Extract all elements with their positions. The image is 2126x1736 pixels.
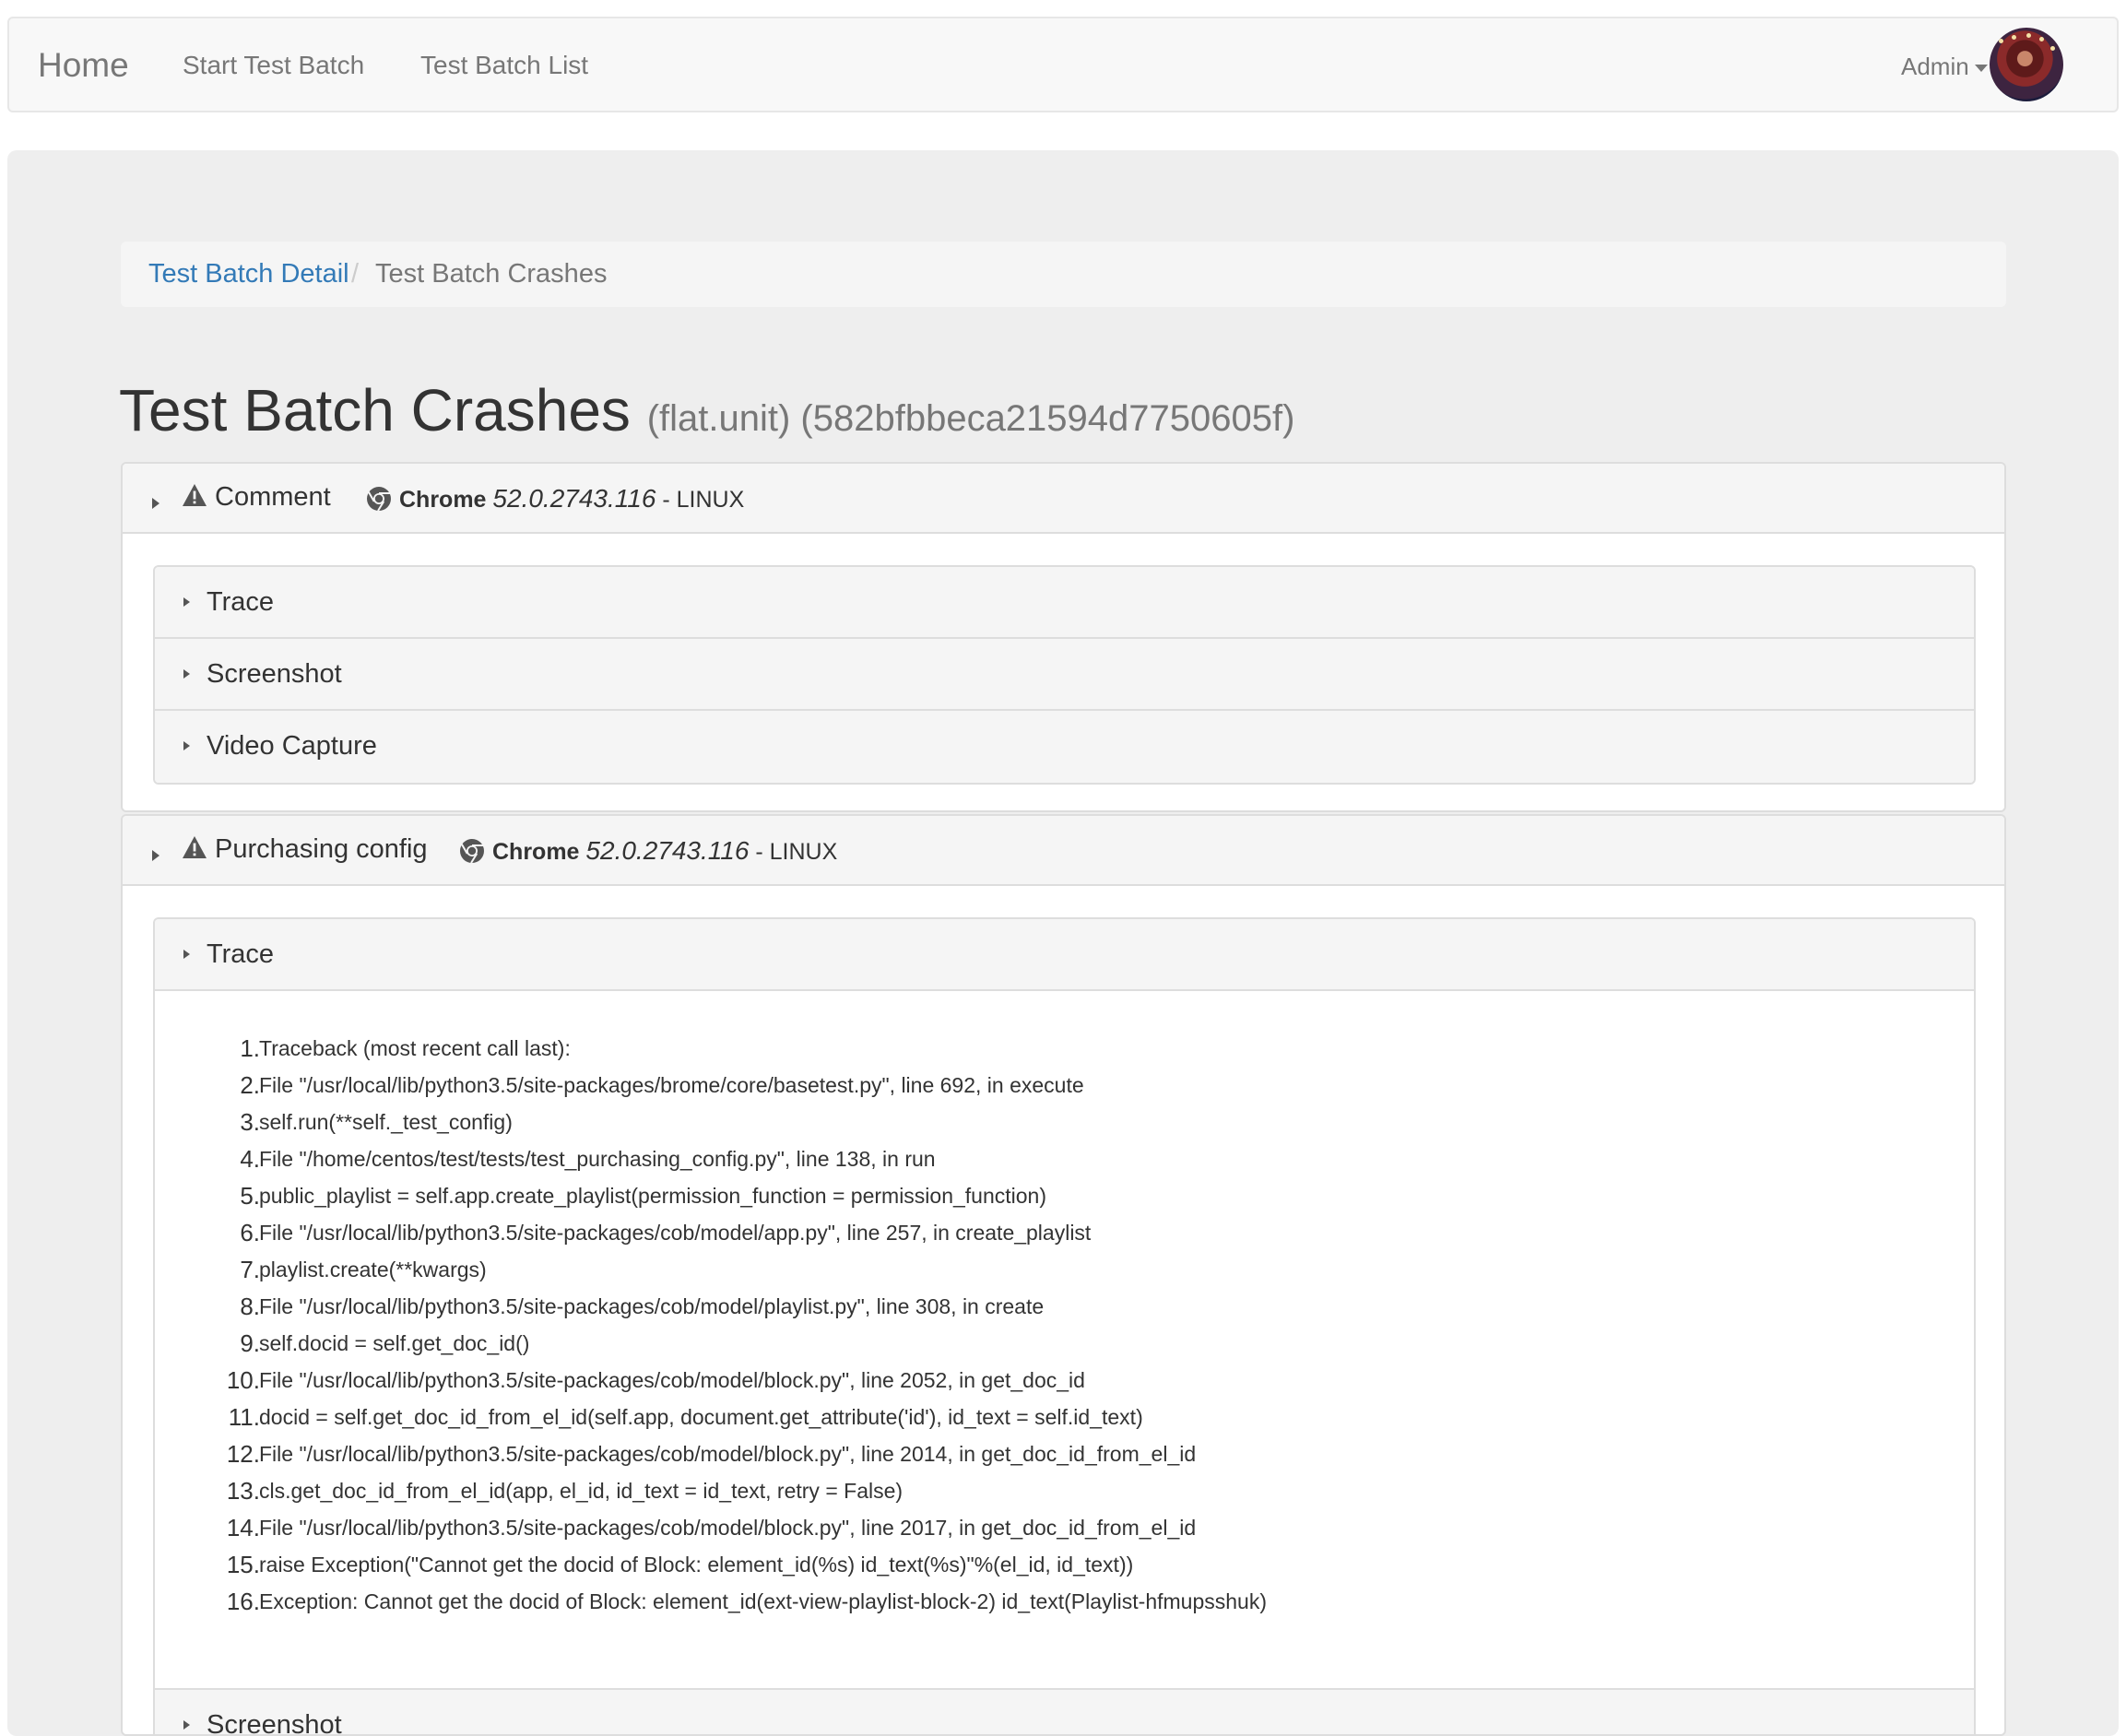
section-title: Trace xyxy=(207,939,275,969)
section-video-capture[interactable]: Video Capture xyxy=(155,711,1974,783)
trace-line-text: File "/usr/local/lib/python3.5/site-pack… xyxy=(259,1294,1045,1318)
caret-right-icon xyxy=(183,950,190,959)
caret-right-icon xyxy=(183,669,190,679)
nav-test-batch-list[interactable]: Test Batch List xyxy=(420,51,588,80)
page-subtitle: (flat.unit) (582bfbbeca21594d7750605f) xyxy=(646,398,1295,439)
crash-name: Purchasing config xyxy=(215,834,428,864)
trace-line-number: 8. xyxy=(240,1293,260,1320)
trace-line-number: 12. xyxy=(226,1440,260,1468)
browser-name: Chrome xyxy=(492,839,580,865)
trace-line-text: File "/usr/local/lib/python3.5/site-pack… xyxy=(259,1073,1084,1097)
nav-start-test-batch[interactable]: Start Test Batch xyxy=(183,51,364,80)
trace-line-number: 4. xyxy=(240,1145,260,1173)
trace-line-text: Exception: Cannot get the docid of Block… xyxy=(259,1589,1267,1613)
trace-line-number: 1. xyxy=(240,1034,260,1062)
trace-line-text: File "/usr/local/lib/python3.5/site-pack… xyxy=(259,1368,1085,1392)
browser-version: 52.0.2743.116 xyxy=(492,484,656,513)
breadcrumb-current: Test Batch Crashes xyxy=(375,259,608,289)
breadcrumb: Test Batch Detail / Test Batch Crashes xyxy=(121,242,2006,307)
chrome-icon xyxy=(460,839,484,864)
top-navbar: Home Start Test Batch Test Batch List Ad… xyxy=(7,17,2119,112)
trace-line-text: cls.get_doc_id_from_el_id(app, el_id, id… xyxy=(259,1479,904,1503)
trace-line-text: self.docid = self.get_doc_id() xyxy=(259,1331,530,1355)
trace-line-number: 11. xyxy=(228,1403,260,1431)
caret-right-icon xyxy=(152,850,159,861)
browser-platform: - LINUX xyxy=(662,487,745,513)
section-trace[interactable]: Trace xyxy=(155,567,1974,639)
section-title: Trace xyxy=(207,587,275,617)
trace-line-text: File "/usr/local/lib/python3.5/site-pack… xyxy=(259,1442,1197,1466)
trace-line-text: File "/usr/local/lib/python3.5/site-pack… xyxy=(259,1221,1092,1245)
crash-panel-heading[interactable]: Comment Chrome 52.0.2743.116 - LINUX xyxy=(123,464,2004,534)
crash-panel: Comment Chrome 52.0.2743.116 - LINUX Tra… xyxy=(121,462,2006,812)
caret-right-icon xyxy=(183,597,190,607)
trace-line-number: 14. xyxy=(226,1514,260,1541)
trace-line-number: 5. xyxy=(240,1182,260,1210)
section-title: Screenshot xyxy=(207,1710,342,1736)
page-title-text: Test Batch Crashes xyxy=(119,377,631,443)
trace-line-number: 3. xyxy=(240,1108,260,1136)
trace-line-number: 16. xyxy=(226,1588,260,1615)
browser-name: Chrome xyxy=(399,487,487,513)
trace-line-text: self.run(**self._test_config) xyxy=(259,1110,513,1134)
crash-detail-accordion: Trace 1. Traceback (most recent call last… xyxy=(153,917,1976,1736)
trace-line-text: File "/usr/local/lib/python3.5/site-pack… xyxy=(259,1516,1197,1540)
crash-name: Comment xyxy=(215,482,331,512)
browser-info: Chrome 52.0.2743.116 - LINUX xyxy=(492,836,837,866)
user-menu-toggle[interactable]: Admin xyxy=(1901,53,1988,81)
section-screenshot[interactable]: Screenshot xyxy=(155,639,1974,711)
trace-line-number: 2. xyxy=(240,1071,260,1099)
trace-line-number: 6. xyxy=(240,1219,260,1246)
caret-right-icon xyxy=(183,741,190,750)
user-menu-label: Admin xyxy=(1901,53,1969,80)
browser-info: Chrome 52.0.2743.116 - LINUX xyxy=(399,484,744,514)
trace-line-text: Traceback (most recent call last): xyxy=(259,1036,571,1060)
browser-version: 52.0.2743.116 xyxy=(585,836,750,865)
trace-line-text: raise Exception("Cannot get the docid of… xyxy=(259,1553,1134,1577)
browser-platform: - LINUX xyxy=(755,839,838,865)
avatar[interactable] xyxy=(1990,28,2063,101)
page-title: Test Batch Crashes (flat.unit) (582bfbbe… xyxy=(119,376,1294,444)
trace-line-number: 13. xyxy=(226,1477,260,1505)
trace-line-text: docid = self.get_doc_id_from_el_id(self.… xyxy=(259,1405,1143,1429)
trace-line-text: playlist.create(**kwargs) xyxy=(259,1258,487,1281)
trace-line-number: 7. xyxy=(240,1256,260,1283)
crash-detail-accordion: Trace Screenshot Video Capture xyxy=(153,565,1976,785)
section-title: Video Capture xyxy=(207,731,377,761)
warning-icon xyxy=(183,484,207,506)
chrome-icon xyxy=(367,487,391,512)
warning-icon xyxy=(183,836,207,858)
home-link[interactable]: Home xyxy=(38,46,129,85)
caret-right-icon xyxy=(183,1720,190,1730)
breadcrumb-separator: / xyxy=(351,259,360,289)
trace-line-text: public_playlist = self.app.create_playli… xyxy=(259,1184,1046,1208)
section-screenshot[interactable]: Screenshot xyxy=(155,1690,1974,1736)
section-trace[interactable]: Trace xyxy=(155,919,1974,991)
caret-down-icon xyxy=(1974,65,1988,73)
trace-line-number: 9. xyxy=(240,1329,260,1357)
section-title: Screenshot xyxy=(207,659,342,689)
trace-line-text: File "/home/centos/test/tests/test_purch… xyxy=(259,1147,936,1171)
trace-line-number: 10. xyxy=(226,1366,260,1394)
breadcrumb-test-batch-detail[interactable]: Test Batch Detail xyxy=(148,259,349,289)
crash-panel-heading[interactable]: Purchasing config Chrome 52.0.2743.116 -… xyxy=(123,816,2004,886)
trace-body: 1. Traceback (most recent call last): 2. Fi… xyxy=(155,991,1974,1690)
crash-panel: Purchasing config Chrome 52.0.2743.116 -… xyxy=(121,814,2006,1736)
caret-right-icon xyxy=(152,498,159,509)
trace-line-number: 15. xyxy=(226,1551,260,1578)
